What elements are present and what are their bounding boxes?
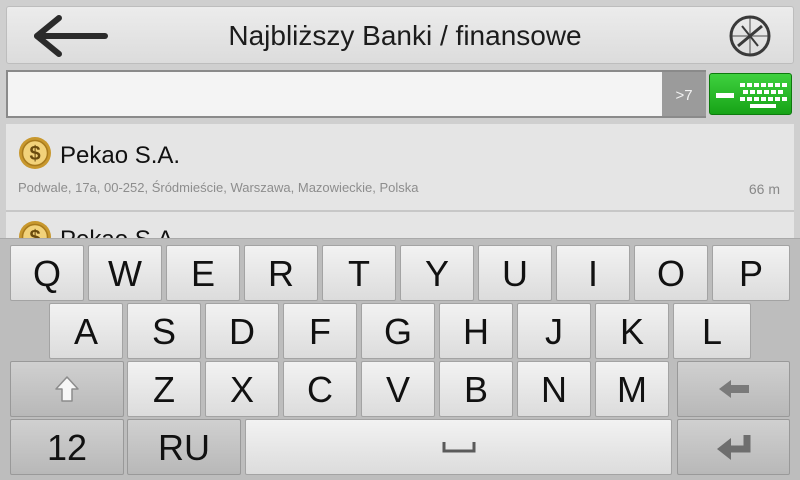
shift-key[interactable] bbox=[10, 361, 124, 417]
onscreen-keyboard: Q W E R T Y U I O P A S D F G H J K L Z … bbox=[0, 238, 800, 480]
key-q[interactable]: Q bbox=[10, 245, 84, 301]
arrow-left-icon bbox=[34, 15, 108, 57]
key-p[interactable]: P bbox=[712, 245, 790, 301]
backspace-arrow-icon bbox=[718, 380, 749, 398]
result-count-badge: >7 bbox=[662, 70, 706, 118]
key-n[interactable]: N bbox=[517, 361, 591, 417]
key-t[interactable]: T bbox=[322, 245, 396, 301]
search-input[interactable] bbox=[6, 70, 662, 118]
language-key[interactable]: RU bbox=[127, 419, 241, 475]
result-name: Pekao S.A. bbox=[60, 142, 181, 169]
page-title: Najbliższy Banki / finansowe bbox=[228, 20, 582, 51]
key-r[interactable]: R bbox=[244, 245, 318, 301]
svg-text:$: $ bbox=[29, 143, 40, 165]
key-d[interactable]: D bbox=[205, 303, 279, 359]
key-g[interactable]: G bbox=[361, 303, 435, 359]
key-x[interactable]: X bbox=[205, 361, 279, 417]
shift-arrow-icon bbox=[55, 376, 79, 402]
key-m[interactable]: M bbox=[595, 361, 669, 417]
key-v[interactable]: V bbox=[361, 361, 435, 417]
key-u[interactable]: U bbox=[478, 245, 552, 301]
key-c[interactable]: C bbox=[283, 361, 357, 417]
enter-key[interactable] bbox=[677, 419, 790, 475]
header-bar: Najbliższy Banki / finansowe bbox=[6, 6, 794, 64]
key-h[interactable]: H bbox=[439, 303, 513, 359]
bank-dollar-icon: $ bbox=[19, 137, 51, 169]
key-z[interactable]: Z bbox=[127, 361, 201, 417]
key-o[interactable]: O bbox=[634, 245, 708, 301]
list-item[interactable]: $ Pekao S.A. Podwale, 17a, 00-252, Śródm… bbox=[6, 124, 794, 212]
enter-return-icon bbox=[716, 435, 750, 460]
results-list: $ Pekao S.A. Podwale, 17a, 00-252, Śródm… bbox=[6, 124, 794, 244]
back-button[interactable] bbox=[17, 11, 127, 61]
keyboard-icon bbox=[716, 83, 787, 108]
space-bar-icon bbox=[442, 442, 475, 453]
key-f[interactable]: F bbox=[283, 303, 357, 359]
gps-status-button[interactable] bbox=[721, 13, 779, 59]
search-row: >7 bbox=[6, 70, 794, 118]
key-l[interactable]: L bbox=[673, 303, 751, 359]
keyboard-toggle-button[interactable] bbox=[709, 73, 792, 115]
backspace-key[interactable] bbox=[677, 361, 790, 417]
key-e[interactable]: E bbox=[166, 245, 240, 301]
key-w[interactable]: W bbox=[88, 245, 162, 301]
key-k[interactable]: K bbox=[595, 303, 669, 359]
key-b[interactable]: B bbox=[439, 361, 513, 417]
key-a[interactable]: A bbox=[49, 303, 123, 359]
no-gps-icon bbox=[729, 15, 771, 57]
result-address: Podwale, 17a, 00-252, Śródmieście, Warsz… bbox=[18, 180, 419, 195]
key-y[interactable]: Y bbox=[400, 245, 474, 301]
numbers-key[interactable]: 12 bbox=[10, 419, 124, 475]
result-distance: 66 m bbox=[748, 181, 780, 197]
key-i[interactable]: I bbox=[556, 245, 630, 301]
space-key[interactable] bbox=[245, 419, 672, 475]
key-s[interactable]: S bbox=[127, 303, 201, 359]
key-j[interactable]: J bbox=[517, 303, 591, 359]
